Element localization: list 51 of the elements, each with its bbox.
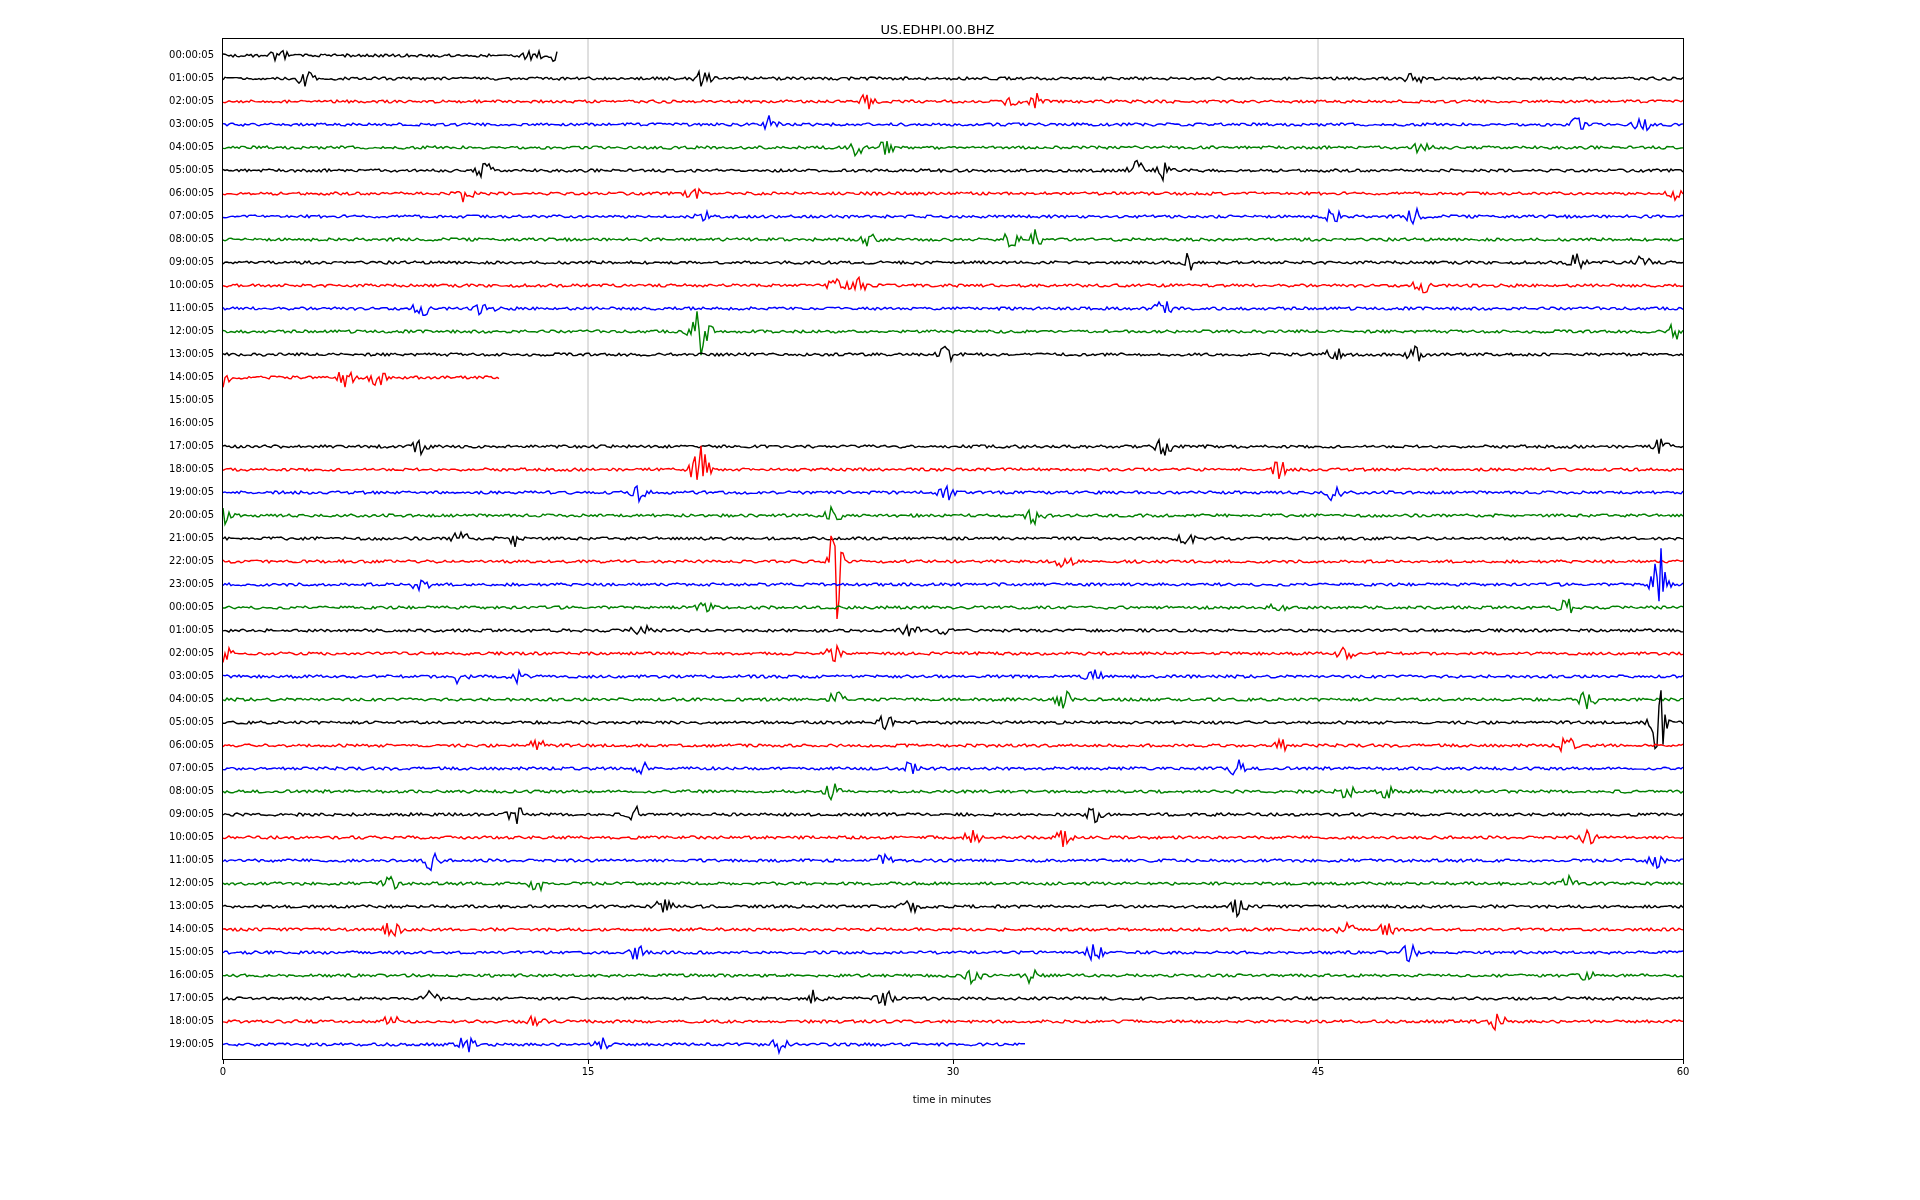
time-label: 12:00:05 (169, 324, 214, 338)
time-label: 13:00:05 (169, 899, 214, 913)
time-label: 02:00:05 (169, 94, 214, 108)
time-label: 14:00:05 (169, 370, 214, 384)
time-label: 05:00:05 (169, 163, 214, 177)
time-label: 22:00:05 (169, 554, 214, 568)
time-label: 17:00:05 (169, 439, 214, 453)
time-label: 14:00:05 (169, 922, 214, 936)
time-label: 06:00:05 (169, 738, 214, 752)
time-label: 10:00:05 (169, 830, 214, 844)
time-label: 15:00:05 (169, 393, 214, 407)
time-label: 05:00:05 (169, 715, 214, 729)
tick-label: 0 (219, 1066, 227, 1077)
time-label: 01:00:05 (169, 71, 214, 85)
time-label: 07:00:05 (169, 761, 214, 775)
time-label: 09:00:05 (169, 807, 214, 821)
time-label: 04:00:05 (169, 692, 214, 706)
time-label: 17:00:05 (169, 991, 214, 1005)
time-label: 15:00:05 (169, 945, 214, 959)
time-label: 01:00:05 (169, 623, 214, 637)
time-label: 23:00:05 (169, 577, 214, 591)
time-label: 21:00:05 (169, 531, 214, 545)
time-label: 19:00:05 (169, 1037, 214, 1051)
time-label: 13:00:05 (169, 347, 214, 361)
plot-title: US.EDHPI.00.BHZ (880, 21, 995, 38)
time-label: 08:00:05 (169, 784, 214, 798)
time-label: 04:00:05 (169, 140, 214, 154)
axis-label: time in minutes (912, 1094, 992, 1105)
time-label: 00:00:05 (169, 48, 214, 62)
time-label: 10:00:05 (169, 278, 214, 292)
time-label: 18:00:05 (169, 462, 214, 476)
time-label: 19:00:05 (169, 485, 214, 499)
time-label: 18:00:05 (169, 1014, 214, 1028)
time-label: 00:00:05 (169, 600, 214, 614)
tick-label: 45 (1311, 1066, 1325, 1077)
time-label: 16:00:05 (169, 416, 214, 430)
time-label: 12:00:05 (169, 876, 214, 890)
tick-label: 30 (946, 1066, 960, 1077)
time-label: 11:00:05 (169, 853, 214, 867)
time-label: 20:00:05 (169, 508, 214, 522)
time-label: 08:00:05 (169, 232, 214, 246)
tick-label: 15 (581, 1066, 595, 1077)
time-label: 16:00:05 (169, 968, 214, 982)
time-label: 02:00:05 (169, 646, 214, 660)
tick-label: 60 (1676, 1066, 1690, 1077)
time-label: 09:00:05 (169, 255, 214, 269)
time-label: 11:00:05 (169, 301, 214, 315)
time-label: 06:00:05 (169, 186, 214, 200)
time-label: 03:00:05 (169, 117, 214, 131)
time-label: 07:00:05 (169, 209, 214, 223)
time-label: 03:00:05 (169, 669, 214, 683)
